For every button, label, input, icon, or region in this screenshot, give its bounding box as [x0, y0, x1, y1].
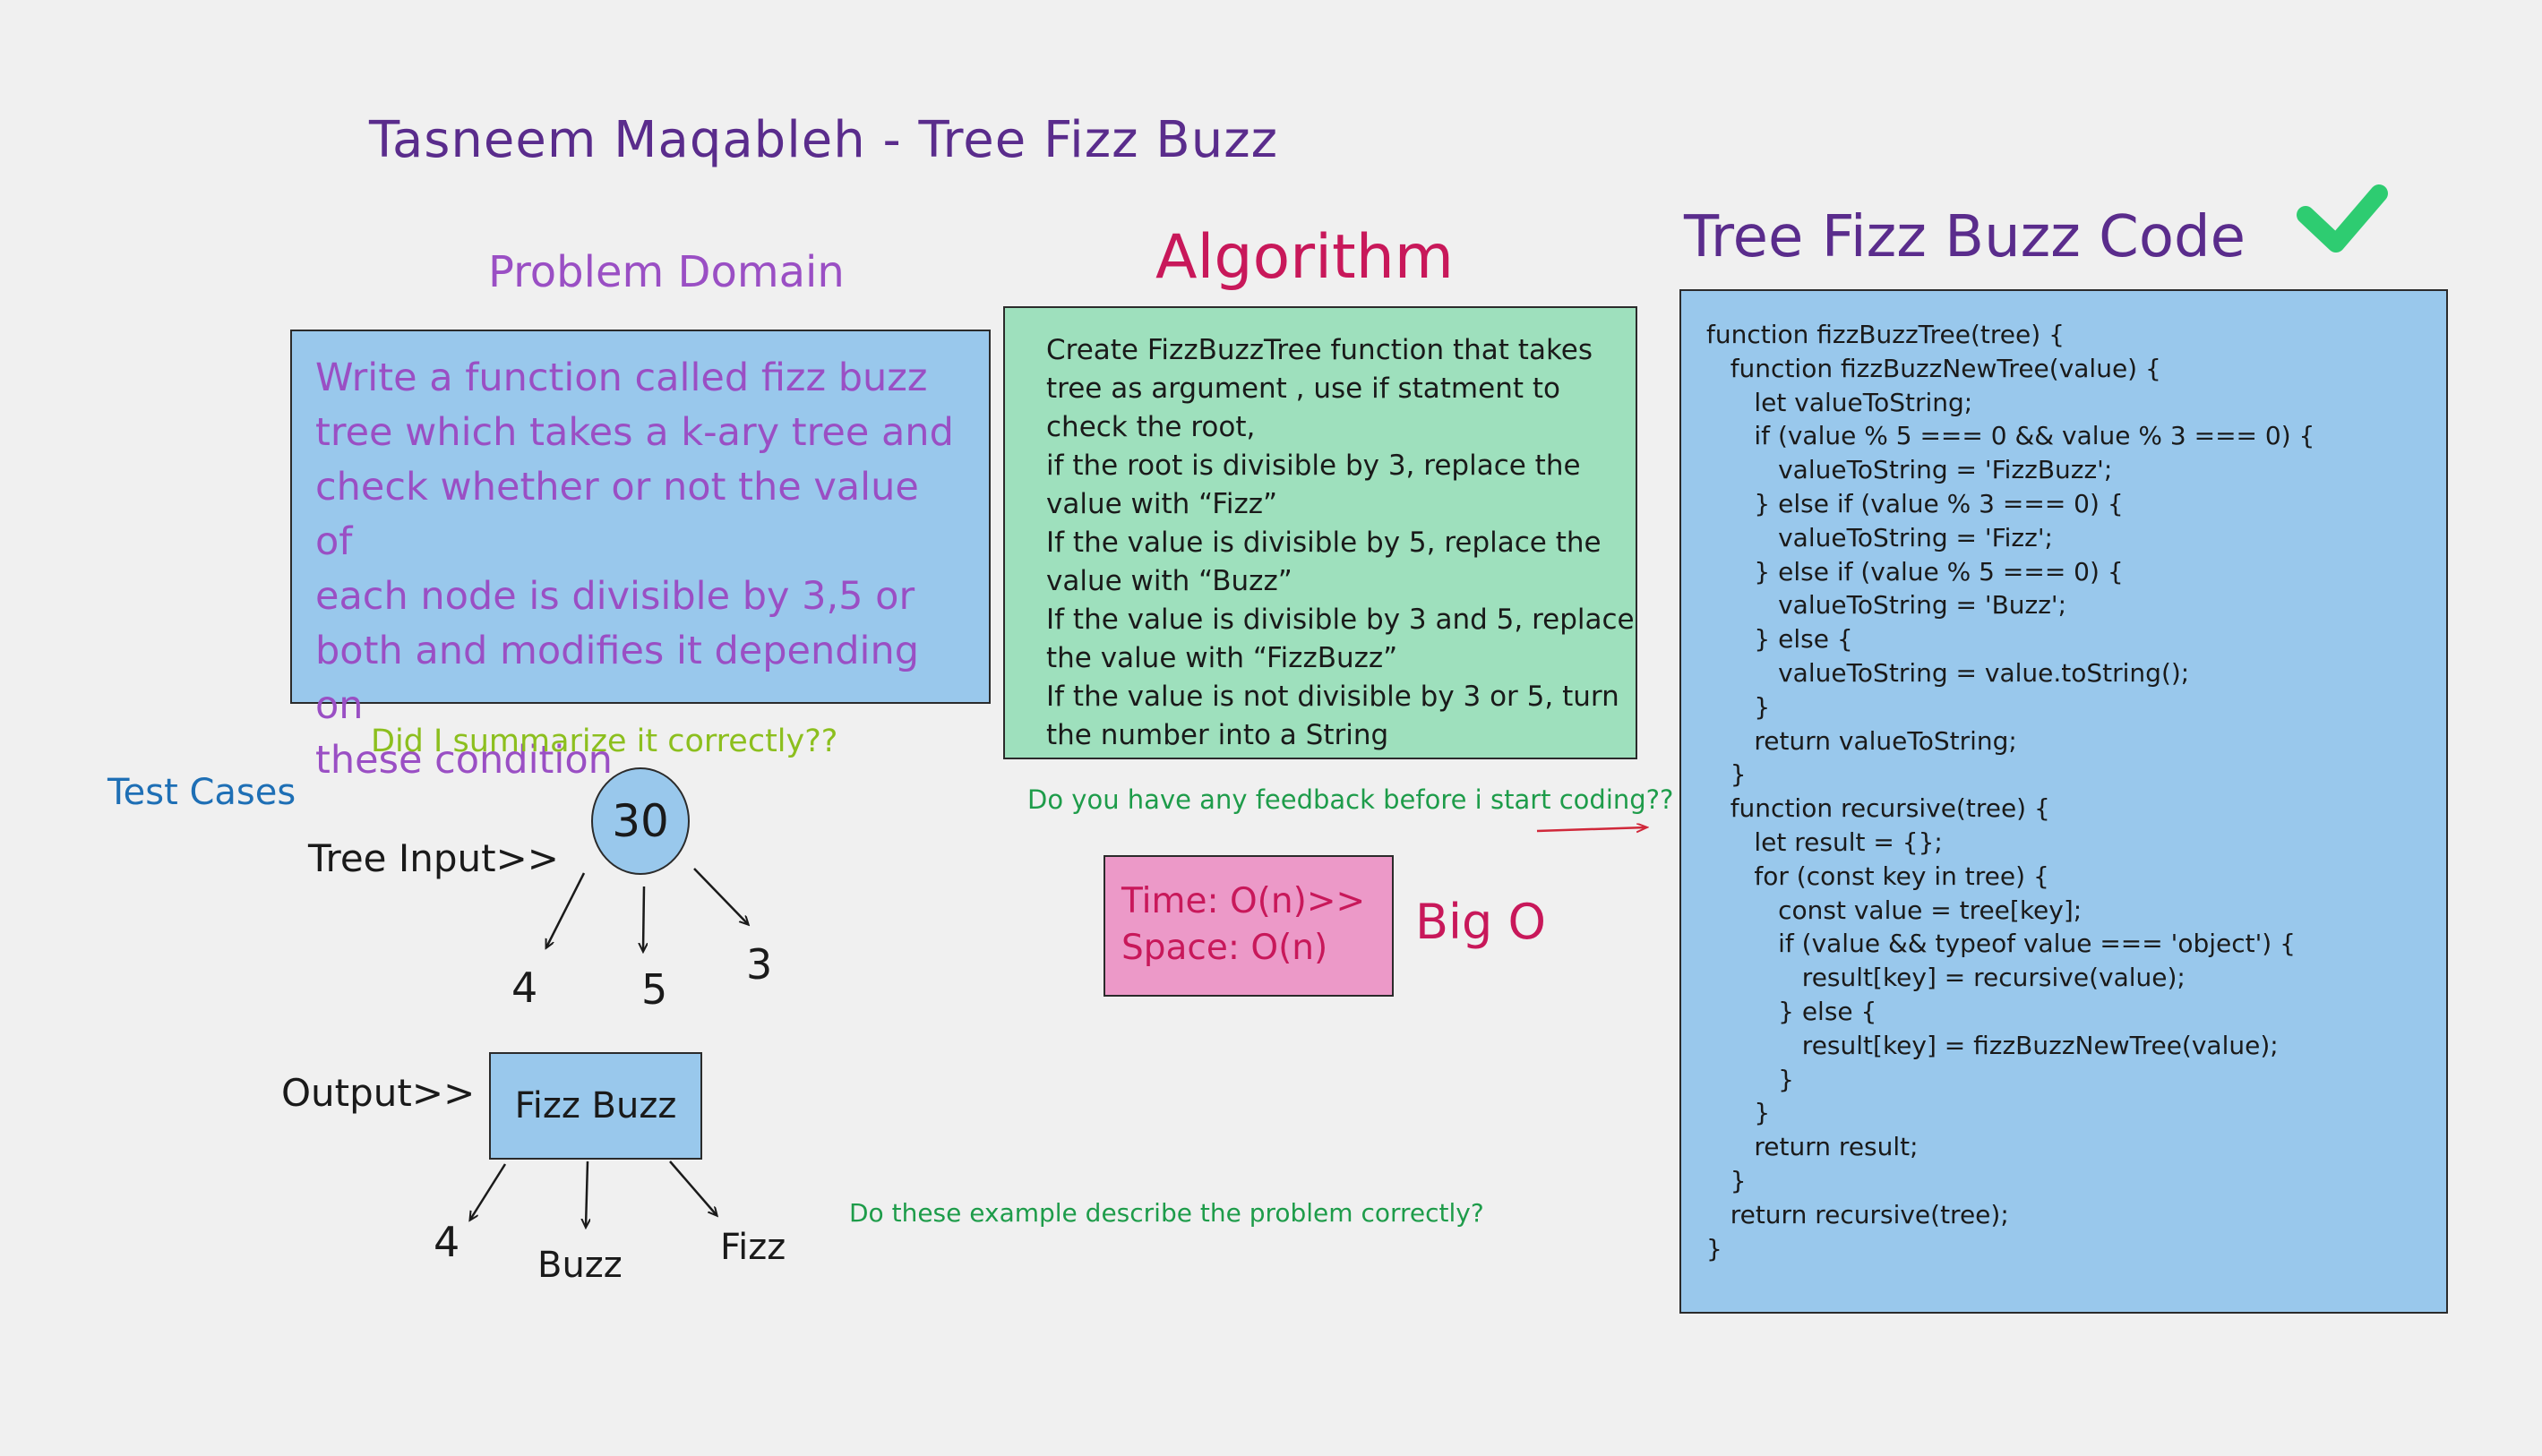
diagram-arrows	[0, 184, 2388, 1456]
input-arrow-middle	[643, 886, 644, 951]
output-arrow-left	[470, 1163, 507, 1220]
input-arrow-left	[546, 872, 586, 947]
input-arrow-right	[693, 868, 748, 924]
output-arrow-middle	[586, 1161, 588, 1227]
output-arrow-right	[669, 1161, 717, 1215]
checkmark-icon	[2297, 184, 2388, 253]
feedback-arrow	[1536, 827, 1646, 831]
